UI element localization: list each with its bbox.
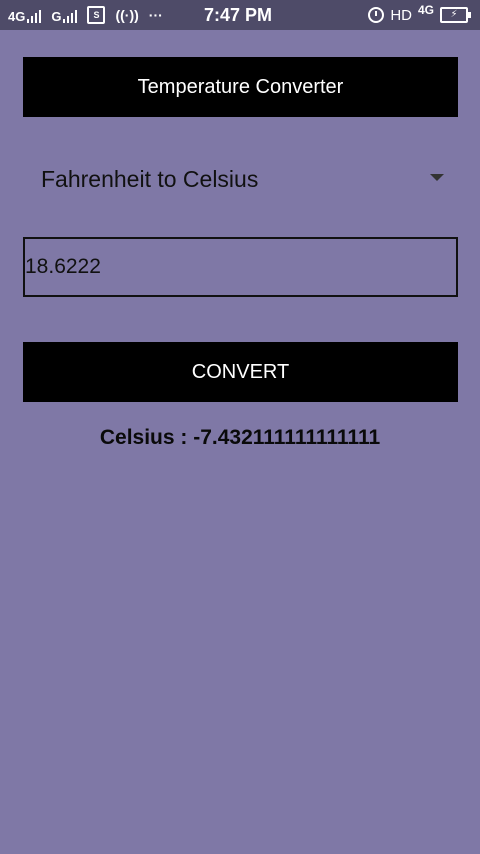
convert-button[interactable]: CONVERT [23,342,458,402]
more-dots-icon: ··· [148,7,163,23]
status-time: 7:47 PM [204,5,273,25]
screenshot-icon: S [87,6,106,24]
hotspot-icon: ((·)) [115,7,139,23]
conversion-type-dropdown[interactable]: Fahrenheit to Celsius [23,150,458,208]
network-type-label: 4G [8,9,26,24]
signal-icon: 4G [8,7,42,24]
alarm-icon [368,7,385,23]
hd-label: HD [390,6,412,24]
status-bar: 4G G S ((·)) ··· 7:47 PM HD 4G ⚡ [0,0,480,30]
status-right: HD 4G ⚡ [368,0,471,30]
status-left: 4G G S ((·)) ··· [8,0,163,30]
signal-bars [63,10,78,23]
temperature-input-container [23,237,458,297]
signal-icon: G [51,7,78,24]
dropdown-arrow-icon [430,174,444,181]
page-title: Temperature Converter [23,57,458,117]
signal-bars [27,10,42,23]
temperature-input[interactable] [25,255,456,279]
battery-icon: ⚡ [440,7,471,23]
network-4g-label: 4G [417,3,434,17]
result-text: Celsius : -7.432111111111111 [99,426,381,449]
dropdown-selected-value: Fahrenheit to Celsius [41,165,259,192]
network-type-label: G [51,9,62,24]
